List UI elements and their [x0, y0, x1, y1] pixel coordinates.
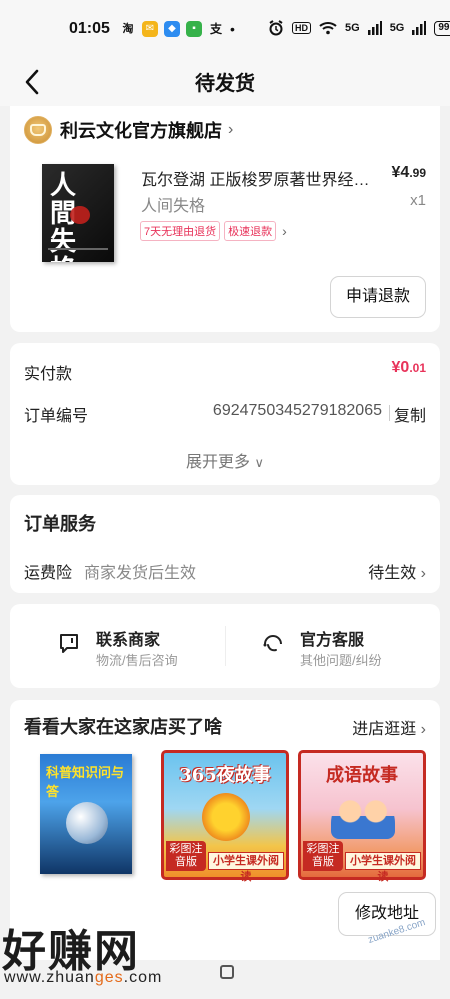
contact-merchant-button[interactable]: 联系商家 物流/售后咨询	[58, 624, 238, 668]
battery-icon: 99	[434, 20, 450, 36]
status-app-icons: 淘 ✉ ◆ ▪ 支 •	[120, 21, 235, 37]
store-card: 利云文化官方旗舰店 › 人間失格 瓦尔登湖 正版梭罗原著世界经典名著 ¥4.99…	[10, 106, 440, 332]
tag-seven-day-return: 7天无理由退货	[140, 221, 221, 241]
order-service-card: 订单服务 运费险 商家发货后生效 待生效 ›	[10, 495, 440, 593]
recommend-book-2-strip: 小学生课外阅读	[208, 852, 284, 883]
signal-5g-label-1: 5G	[345, 22, 360, 34]
recommend-book-2[interactable]: 365夜故事 彩图注音版 小学生课外阅读	[161, 750, 289, 883]
recommend-book-2-title: 365夜故事	[179, 765, 271, 786]
official-service-title: 官方客服	[300, 632, 365, 649]
hd-icon: HD	[292, 22, 311, 34]
shipping-insurance-desc: 商家发货后生效	[84, 565, 197, 582]
shipping-insurance-row[interactable]: 运费险 商家发货后生效 待生效 ›	[10, 559, 440, 583]
chat-icon	[60, 634, 78, 653]
status-indicators: HD 5G 5G 99	[268, 20, 450, 36]
contact-card: 联系商家 物流/售后咨询 官方客服 其他问题/纠纷	[10, 604, 440, 688]
chevron-right-icon: ›	[228, 121, 234, 138]
paid-label: 实付款	[24, 366, 73, 383]
status-bar: 01:05 淘 ✉ ◆ ▪ 支 • HD 5G 5G 99	[0, 0, 450, 58]
product-image[interactable]: 人間失格	[42, 164, 114, 262]
taobao-icon: 淘	[122, 23, 134, 35]
mail-icon: ✉	[142, 21, 158, 37]
divider	[389, 405, 390, 421]
customer-service-icon	[263, 635, 282, 652]
page-header: 待发货	[0, 58, 450, 106]
page-title: 待发货	[195, 73, 255, 95]
wifi-icon	[319, 22, 337, 35]
visit-store-link[interactable]: 进店逛逛 ›	[352, 715, 426, 739]
product-price: ¥4.99	[391, 164, 426, 181]
chevron-right-icon: ›	[420, 721, 426, 738]
watermark-url: www.zhuanges.com	[4, 969, 163, 986]
shipping-insurance-label: 运费险	[24, 565, 73, 582]
store-name: 利云文化官方旗舰店	[60, 121, 222, 141]
tag-fast-refund: 极速退款	[224, 221, 277, 241]
chevron-right-icon: ›	[420, 565, 426, 582]
more-dot-icon: •	[230, 21, 235, 37]
status-time: 01:05	[69, 20, 110, 37]
store-logo	[24, 116, 52, 144]
signal-5g-label-2: 5G	[389, 22, 405, 34]
app-blue-icon: ◆	[164, 21, 180, 37]
contact-merchant-sub: 物流/售后咨询	[96, 653, 178, 668]
shipping-insurance-status: 待生效 ›	[368, 565, 426, 582]
request-refund-button[interactable]: 申请退款	[330, 276, 426, 318]
official-service-button[interactable]: 官方客服 其他问题/纠纷	[262, 624, 432, 668]
signal-icon-1	[367, 21, 382, 35]
divider	[225, 626, 226, 666]
order-number-label: 订单编号	[24, 408, 89, 425]
store-link[interactable]: 利云文化官方旗舰店 ›	[24, 116, 233, 144]
contact-merchant-title: 联系商家	[96, 632, 161, 649]
official-service-sub: 其他问题/纠纷	[300, 653, 382, 668]
home-button-icon[interactable]	[220, 965, 234, 979]
chevron-right-icon: ›	[282, 223, 287, 239]
service-tags[interactable]: 7天无理由退货 极速退款 ›	[140, 221, 287, 241]
product-quantity: x1	[410, 192, 426, 209]
signal-icon-2	[412, 21, 427, 35]
bottom-bar: 修改地址 好赚网 www.zhuanges.com zuanke8.com	[0, 880, 450, 999]
alarm-icon	[269, 20, 283, 36]
order-service-title: 订单服务	[24, 514, 96, 534]
chevron-down-icon: ∨	[254, 455, 264, 470]
paid-amount: ¥0.01	[391, 359, 426, 376]
recommend-book-3[interactable]: 成语故事 彩图注音版 小学生课外阅读	[298, 750, 426, 883]
recommend-book-3-strip: 小学生课外阅读	[345, 852, 421, 883]
recommend-book-3-title: 成语故事	[326, 765, 398, 786]
recommend-book-2-badge: 彩图注音版	[166, 841, 206, 871]
order-number: 6924750345279182065	[212, 402, 382, 419]
message-icon: ▪	[186, 21, 202, 37]
recommend-book-1-title: 科普知识问与答	[46, 765, 125, 799]
product-spec: 人间失格	[141, 198, 206, 215]
payment-card: 实付款 ¥0.01 订单编号 6924750345279182065 复制 展开…	[10, 343, 440, 485]
recommend-book-1[interactable]: 科普知识问与答	[24, 750, 152, 880]
recommend-book-3-badge: 彩图注音版	[303, 841, 343, 871]
recommend-title: 看看大家在这家店买了啥	[24, 717, 222, 737]
expand-more-button[interactable]: 展开更多 ∨	[10, 448, 440, 472]
alipay-icon: 支	[209, 22, 222, 36]
copy-order-button[interactable]: 复制	[394, 402, 426, 426]
product-title[interactable]: 瓦尔登湖 正版梭罗原著世界经典名著	[141, 166, 376, 190]
